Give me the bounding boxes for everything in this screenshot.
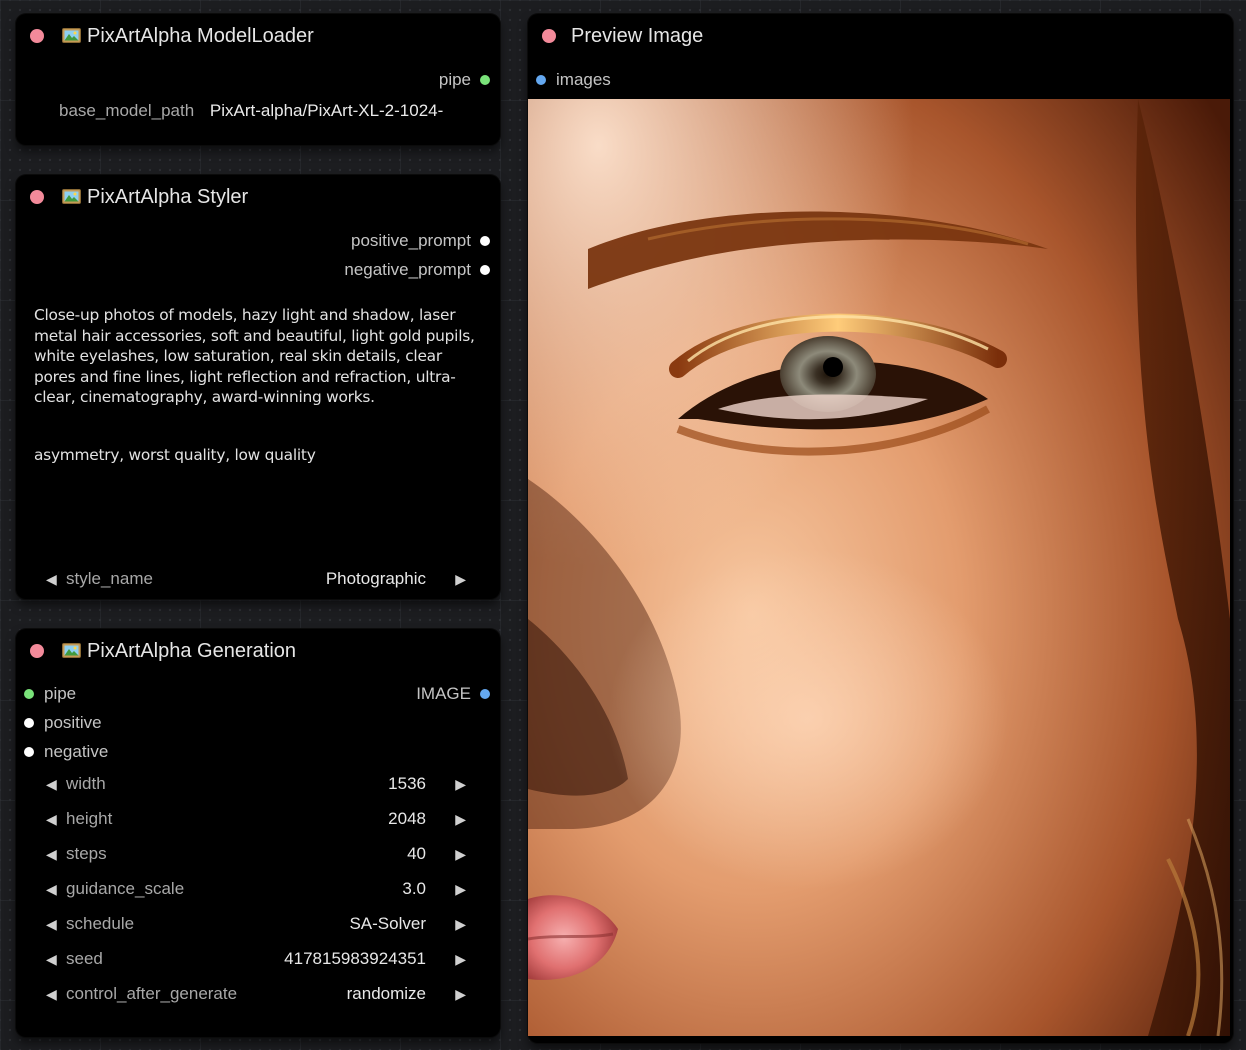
input-slot-pipe[interactable]: pipe: [24, 684, 76, 704]
triangle-right-icon[interactable]: ▶: [455, 979, 466, 1009]
widget-value: 3.0: [402, 879, 426, 898]
slot-label: IMAGE: [416, 684, 471, 703]
input-slot-negative[interactable]: negative: [24, 742, 108, 762]
node-title-bar[interactable]: PixArtAlpha Generation: [16, 629, 500, 673]
widget-label: width: [66, 774, 106, 793]
output-slot-pipe[interactable]: pipe: [439, 70, 490, 90]
image-connector-icon[interactable]: [480, 689, 490, 699]
widget-value: 417815983924351: [284, 949, 426, 968]
triangle-left-icon[interactable]: ◀: [46, 909, 57, 939]
slot-label: images: [556, 70, 611, 89]
image-connector-icon[interactable]: [536, 75, 546, 85]
triangle-right-icon[interactable]: ▶: [455, 909, 466, 939]
node-title-bar[interactable]: Preview Image: [528, 14, 1233, 58]
pipe-connector-icon[interactable]: [24, 689, 34, 699]
widget-value: SA-Solver: [349, 914, 426, 933]
preview-image[interactable]: [528, 99, 1230, 1036]
triangle-left-icon[interactable]: ◀: [46, 979, 57, 1009]
widget-value: 40: [407, 844, 426, 863]
node-title-bar[interactable]: PixArtAlpha ModelLoader: [16, 14, 500, 58]
node-generation[interactable]: PixArtAlpha Generation pipe IMAGE positi…: [16, 629, 500, 1037]
widget-label: style_name: [66, 569, 153, 588]
width-widget[interactable]: ◀ width 1536 ▶: [46, 769, 466, 799]
triangle-left-icon[interactable]: ◀: [46, 769, 57, 799]
framed-picture-icon: [62, 28, 81, 43]
string-connector-icon[interactable]: [24, 747, 34, 757]
style-name-combo[interactable]: ◀ style_name Photographic ▶: [46, 564, 466, 594]
node-styler[interactable]: PixArtAlpha Styler positive_prompt negat…: [16, 175, 500, 599]
string-connector-icon[interactable]: [24, 718, 34, 728]
triangle-left-icon[interactable]: ◀: [46, 944, 57, 974]
height-widget[interactable]: ◀ height 2048 ▶: [46, 804, 466, 834]
triangle-right-icon[interactable]: ▶: [455, 944, 466, 974]
triangle-left-icon[interactable]: ◀: [46, 804, 57, 834]
output-slot-image[interactable]: IMAGE: [416, 684, 490, 704]
framed-picture-icon: [62, 189, 81, 204]
output-slot-negative-prompt[interactable]: negative_prompt: [344, 260, 490, 280]
triangle-right-icon[interactable]: ▶: [455, 769, 466, 799]
triangle-left-icon[interactable]: ◀: [46, 839, 57, 869]
node-model-loader[interactable]: PixArtAlpha ModelLoader pipe base_model_…: [16, 14, 500, 145]
triangle-right-icon[interactable]: ▶: [455, 839, 466, 869]
slot-label: negative: [44, 742, 109, 761]
slot-label: negative_prompt: [344, 260, 471, 279]
steps-widget[interactable]: ◀ steps 40 ▶: [46, 839, 466, 869]
guidance-scale-widget[interactable]: ◀ guidance_scale 3.0 ▶: [46, 874, 466, 904]
triangle-left-icon[interactable]: ◀: [46, 564, 57, 594]
widget-label: height: [66, 809, 113, 828]
widget-value: PixArt-alpha/PixArt-XL-2-1024-: [209, 101, 444, 120]
triangle-left-icon[interactable]: ◀: [46, 874, 57, 904]
node-title: Preview Image: [571, 25, 704, 47]
input-slot-images[interactable]: images: [536, 70, 611, 90]
node-title: PixArtAlpha Styler: [87, 186, 249, 208]
node-title: PixArtAlpha Generation: [87, 640, 297, 662]
widget-label: seed: [66, 949, 103, 968]
widget-value: Photographic: [325, 569, 426, 588]
widget-value: 1536: [388, 774, 426, 793]
face-closeup-image: [528, 99, 1230, 1036]
node-title-bar[interactable]: PixArtAlpha Styler: [16, 175, 500, 219]
schedule-combo[interactable]: ◀ schedule SA-Solver ▶: [46, 909, 466, 939]
string-connector-icon[interactable]: [480, 236, 490, 246]
widget-label: base_model_path: [59, 101, 195, 120]
triangle-right-icon[interactable]: ▶: [455, 564, 466, 594]
triangle-right-icon[interactable]: ▶: [455, 874, 466, 904]
widget-label: steps: [66, 844, 107, 863]
collapse-dot-icon[interactable]: [542, 29, 556, 43]
slot-label: positive: [44, 713, 102, 732]
output-slot-positive-prompt[interactable]: positive_prompt: [351, 231, 490, 251]
widget-label: control_after_generate: [66, 984, 238, 1003]
widget-value: 2048: [388, 809, 426, 828]
slot-label: pipe: [44, 684, 77, 703]
input-slot-positive[interactable]: positive: [24, 713, 102, 733]
node-preview-image[interactable]: Preview Image images: [528, 14, 1233, 1043]
collapse-dot-icon[interactable]: [30, 644, 44, 658]
widget-label: guidance_scale: [66, 879, 185, 898]
node-title: PixArtAlpha ModelLoader: [87, 25, 314, 47]
control-after-generate-combo[interactable]: ◀ control_after_generate randomize ▶: [46, 979, 466, 1009]
string-connector-icon[interactable]: [480, 265, 490, 275]
widget-value: randomize: [346, 984, 426, 1003]
collapse-dot-icon[interactable]: [30, 190, 44, 204]
collapse-dot-icon[interactable]: [30, 29, 44, 43]
slot-label: pipe: [438, 70, 471, 89]
base-model-path-widget[interactable]: base_model_path PixArt-alpha/PixArt-XL-2…: [59, 101, 443, 121]
positive-prompt-textarea[interactable]: Close-up photos of models, hazy light an…: [34, 305, 486, 408]
slot-label: positive_prompt: [350, 231, 471, 250]
seed-widget[interactable]: ◀ seed 417815983924351 ▶: [46, 944, 466, 974]
framed-picture-icon: [62, 643, 81, 658]
widget-label: schedule: [66, 914, 135, 933]
triangle-right-icon[interactable]: ▶: [455, 804, 466, 834]
pipe-connector-icon[interactable]: [480, 75, 490, 85]
negative-prompt-textarea[interactable]: asymmetry, worst quality, low quality: [34, 445, 486, 466]
